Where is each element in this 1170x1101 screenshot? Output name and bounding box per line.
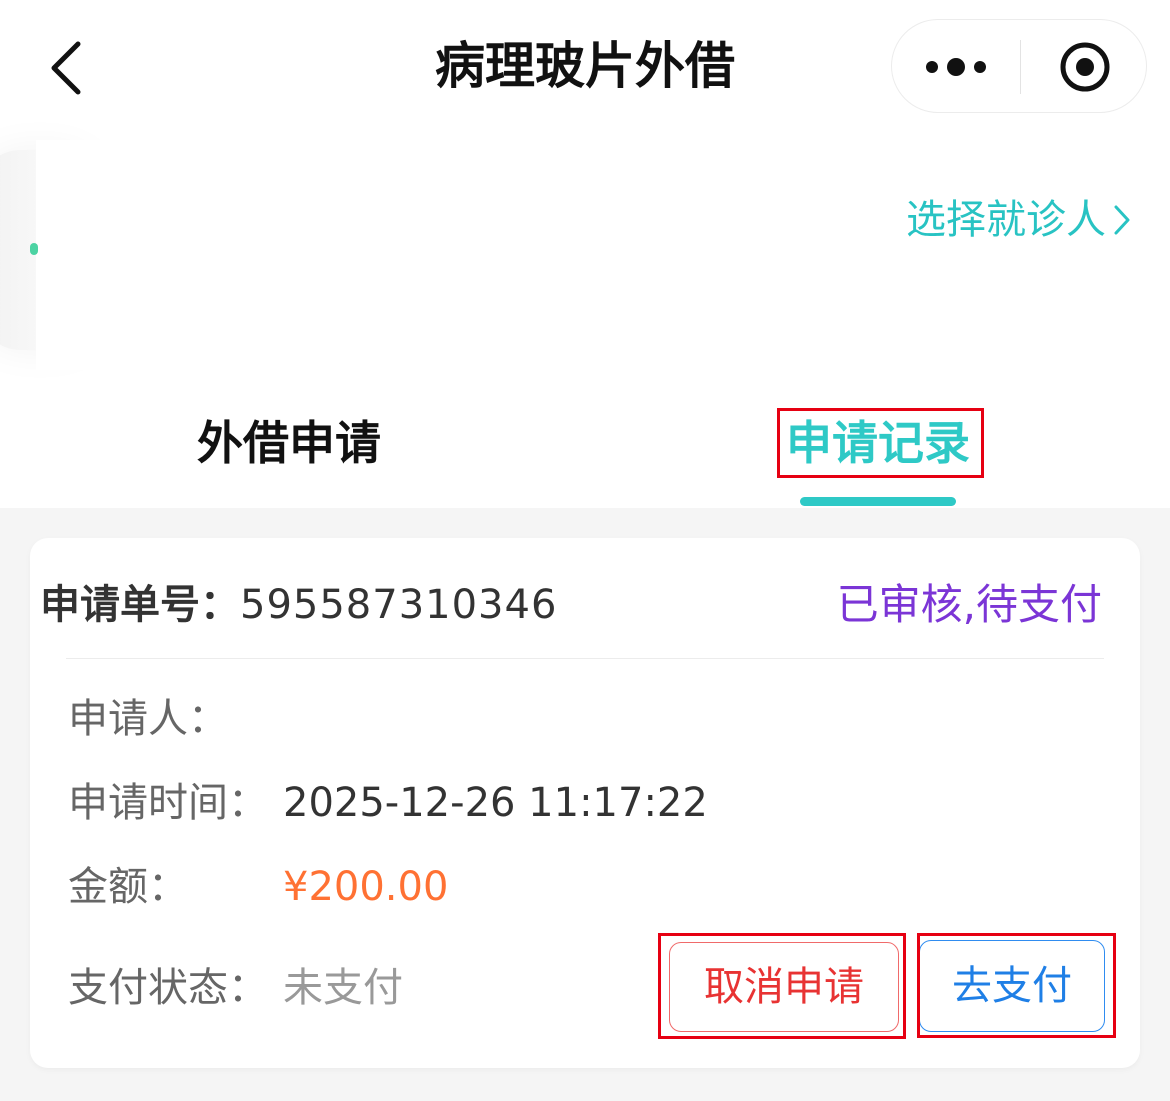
active-tab-indicator bbox=[800, 497, 956, 506]
background-mask bbox=[36, 140, 236, 370]
applicant-label: 申请人： bbox=[68, 696, 228, 742]
go-pay-button[interactable]: 去支付 bbox=[919, 940, 1105, 1032]
order-number-label: 申请单号： bbox=[40, 582, 240, 628]
order-number-value: 595587310346 bbox=[240, 582, 558, 628]
chevron-left-icon bbox=[51, 41, 81, 95]
tab-apply-records[interactable]: 申请记录 bbox=[786, 410, 970, 476]
pay-status-value: 未支付 bbox=[283, 965, 403, 1011]
select-patient-label: 选择就诊人 bbox=[906, 197, 1106, 243]
card-divider bbox=[66, 658, 1104, 659]
select-patient-link[interactable]: 选择就诊人 bbox=[906, 192, 1132, 248]
close-mini-program-button[interactable] bbox=[1021, 20, 1147, 112]
order-number-row: 申请单号：595587310346 bbox=[40, 576, 557, 634]
chevron-right-icon bbox=[1114, 205, 1130, 235]
cancel-application-button[interactable]: 取消申请 bbox=[669, 942, 899, 1032]
more-button[interactable] bbox=[892, 20, 1020, 112]
pay-status-label: 支付状态： bbox=[68, 965, 268, 1011]
tab-borrow-apply[interactable]: 外借申请 bbox=[197, 410, 381, 476]
status-badge: 已审核,待支付 bbox=[836, 580, 1102, 629]
back-button[interactable] bbox=[44, 38, 94, 98]
more-dots-icon bbox=[926, 58, 986, 76]
apply-time-value: 2025-12-26 11:17:22 bbox=[283, 780, 708, 826]
apply-time-label: 申请时间： bbox=[68, 780, 268, 826]
decorative-dot bbox=[30, 243, 38, 255]
mini-program-capsule bbox=[891, 19, 1147, 113]
amount-label: 金额： bbox=[68, 864, 188, 910]
amount-value: ¥200.00 bbox=[283, 864, 449, 910]
target-close-icon bbox=[1060, 42, 1110, 92]
